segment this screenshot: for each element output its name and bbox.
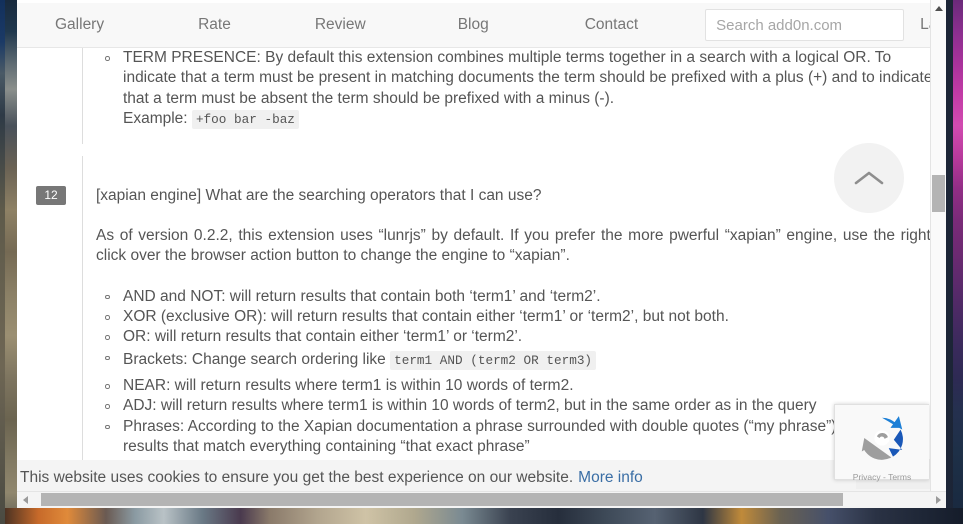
list-item: Phrases: According to the Xapian documen… — [96, 417, 936, 458]
operator-text: XOR (exclusive OR): will return results … — [123, 308, 729, 326]
faq-block-12: 12 [xapian engine] What are the searchin… — [17, 156, 946, 508]
faq-number-badge[interactable]: 12 — [36, 186, 66, 205]
chevron-up-icon — [854, 169, 884, 187]
block-rail — [82, 156, 83, 508]
term-presence-text: TERM PRESENCE: By default this extension… — [123, 49, 933, 107]
example-code: +foo bar -baz — [191, 109, 299, 129]
scroll-up-arrow-icon[interactable] — [931, 0, 946, 17]
block-content: TERM PRESENCE: By default this extension… — [96, 48, 936, 130]
list-item: TERM PRESENCE: By default this extension… — [96, 48, 936, 130]
block-content: [xapian engine] What are the searching o… — [96, 186, 936, 457]
background-bottom-strip — [0, 508, 963, 524]
operator-code: term1 AND (term2 OR term3) — [390, 350, 597, 370]
article-content: TERM PRESENCE: By default this extension… — [17, 44, 946, 508]
scroll-to-top-button[interactable] — [834, 143, 904, 213]
faq-answer: As of version 0.2.2, this extension uses… — [96, 227, 936, 265]
search-input[interactable] — [705, 9, 905, 41]
operator-text: ADJ: will return results where term1 is … — [123, 397, 817, 415]
operator-text: Brackets: Change search ordering like — [123, 350, 391, 368]
list-item: NEAR: will return results where term1 is… — [96, 376, 936, 396]
operator-text: OR: will return results that contain eit… — [123, 328, 523, 346]
term-presence-list: TERM PRESENCE: By default this extension… — [96, 48, 936, 130]
example-label: Example: — [123, 109, 188, 127]
site-navbar: Gallery Rate Review Blog Contact Lang — [17, 3, 946, 48]
operator-text: Phrases: According to the Xapian documen… — [123, 417, 908, 455]
horizontal-scrollbar[interactable] — [17, 491, 946, 508]
operator-text: NEAR: will return results where term1 is… — [123, 377, 574, 394]
faq-question: [xapian engine] What are the searching o… — [96, 187, 542, 204]
background-left-edge — [0, 0, 5, 524]
list-item: Brackets: Change search ordering like te… — [96, 348, 936, 373]
nav-item-rate[interactable]: Rate — [198, 16, 231, 34]
recaptcha-badge[interactable]: Privacy - Terms — [834, 404, 929, 482]
vertical-scrollbar-thumb[interactable] — [932, 175, 945, 212]
list-item: XOR (exclusive OR): will return results … — [96, 307, 936, 327]
cookie-message: This website uses cookies to ensure you … — [20, 469, 574, 486]
recaptcha-privacy-terms[interactable]: Privacy - Terms — [853, 472, 911, 482]
scroll-left-arrow-icon[interactable] — [17, 492, 33, 507]
block-rail — [82, 44, 83, 144]
background-right-strip — [953, 0, 963, 524]
vertical-scrollbar[interactable] — [930, 0, 946, 508]
list-item: ADJ: will return results where term1 is … — [96, 396, 936, 416]
nav-item-blog[interactable]: Blog — [458, 16, 489, 34]
nav-item-gallery[interactable]: Gallery — [55, 16, 104, 34]
faq-block-term-presence: TERM PRESENCE: By default this extension… — [17, 44, 946, 144]
list-item: AND and NOT: will return results that co… — [96, 287, 936, 307]
cookie-more-info-link[interactable]: More info — [578, 469, 643, 487]
operator-text: AND and NOT: will return results that co… — [123, 287, 601, 305]
list-item: OR: will return results that contain eit… — [96, 327, 936, 347]
recaptcha-logo-icon — [855, 411, 909, 470]
browser-viewport: TERM PRESENCE: By default this extension… — [17, 0, 946, 508]
scroll-right-arrow-icon[interactable] — [930, 492, 946, 507]
nav-item-review[interactable]: Review — [315, 16, 366, 34]
horizontal-scrollbar-thumb[interactable] — [41, 493, 843, 506]
nav-item-contact[interactable]: Contact — [585, 16, 638, 34]
operators-list: AND and NOT: will return results that co… — [96, 287, 936, 457]
